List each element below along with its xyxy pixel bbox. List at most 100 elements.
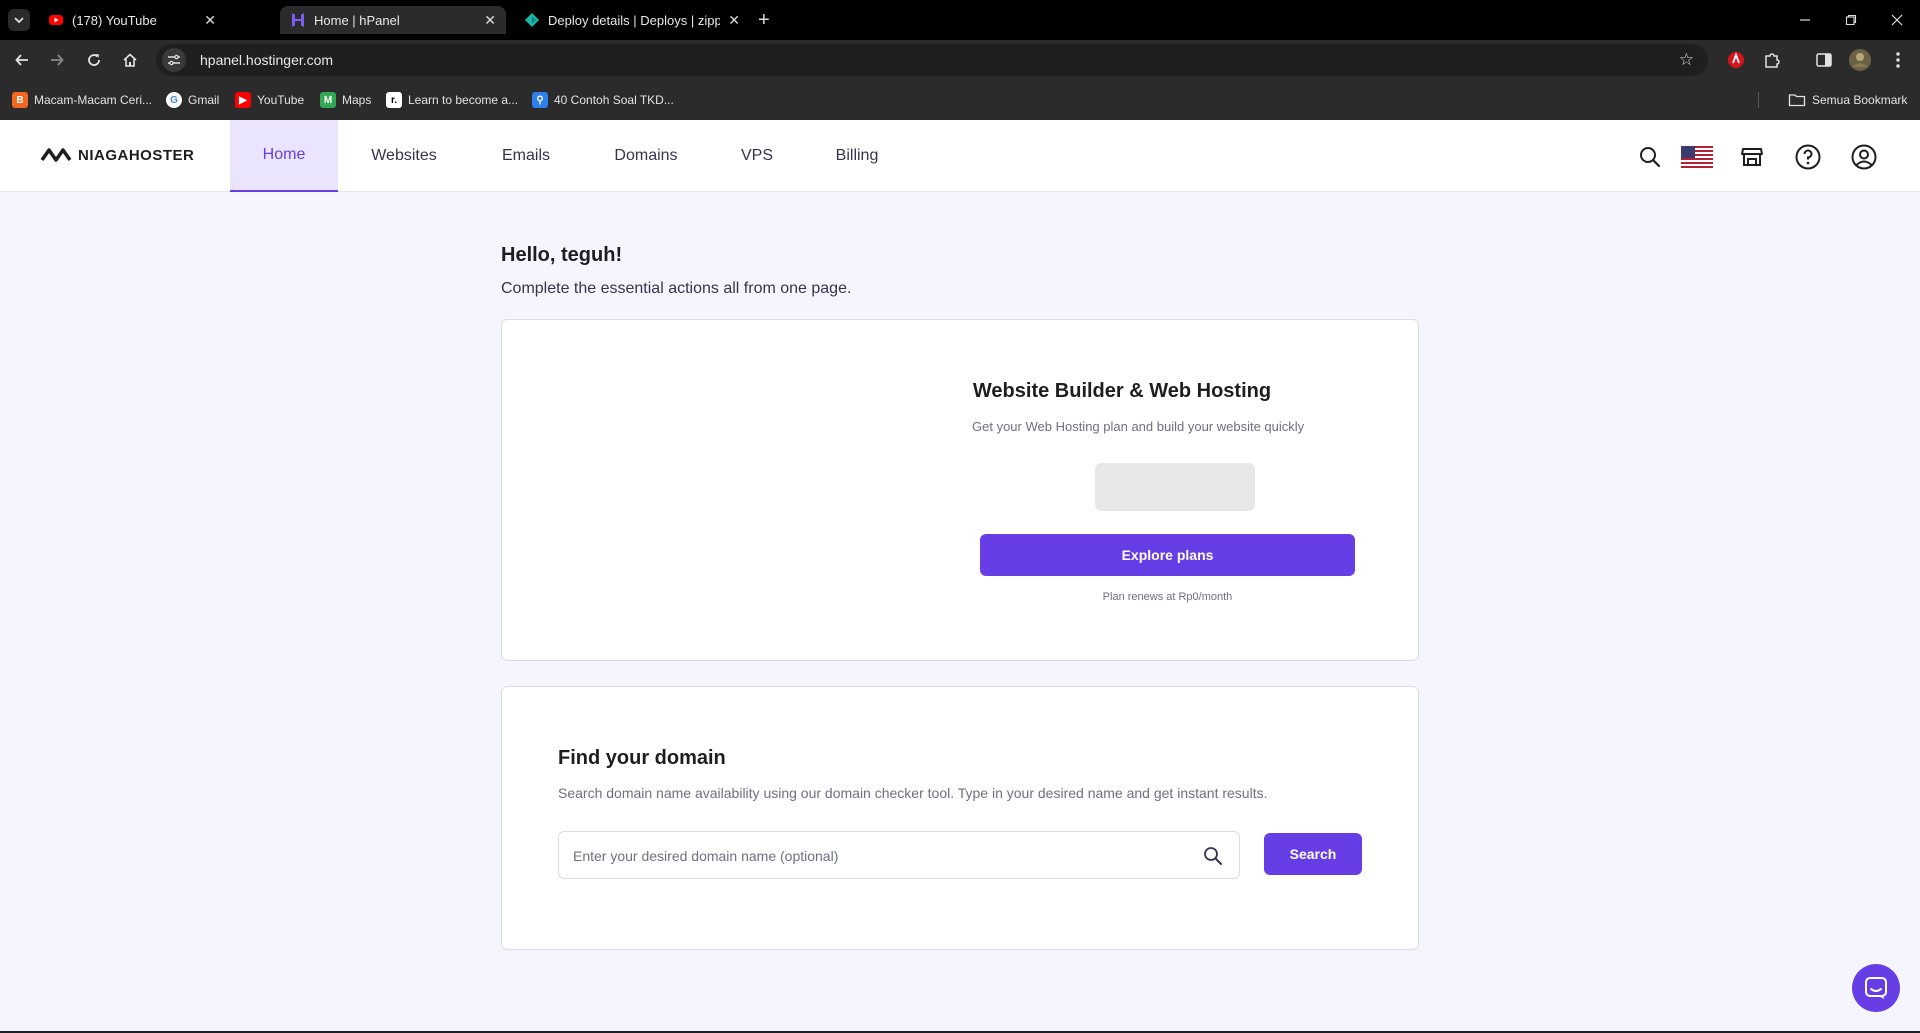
chat-icon xyxy=(1865,977,1887,999)
forward-button[interactable] xyxy=(45,48,69,72)
main-content: Hello, teguh! Complete the essential act… xyxy=(0,192,1920,1033)
logo[interactable]: NIAGAHOSTER xyxy=(40,146,194,164)
domain-search-button[interactable]: Search xyxy=(1264,833,1362,875)
bookmark-item[interactable]: r. Learn to become a... xyxy=(386,90,518,110)
help-icon xyxy=(1795,144,1821,170)
niagahoster-logo-icon xyxy=(40,148,72,162)
domain-search-field[interactable] xyxy=(558,831,1240,879)
hosting-card: Website Builder & Web Hosting Get your W… xyxy=(501,319,1419,661)
profile-avatar[interactable] xyxy=(1848,48,1872,72)
side-panel-icon xyxy=(1816,53,1832,67)
bookmark-item[interactable]: B Macam-Macam Ceri... xyxy=(12,90,152,110)
bookmark-label: Semua Bookmark xyxy=(1812,93,1908,107)
browser-tab-hpanel[interactable]: Home | hPanel ✕ xyxy=(280,6,506,34)
domain-card-title: Find your domain xyxy=(558,747,726,769)
bookmark-label: Gmail xyxy=(188,93,220,107)
youtube-icon: ▶ xyxy=(235,92,251,108)
new-tab-button[interactable]: + xyxy=(758,8,770,32)
chat-widget-button[interactable] xyxy=(1852,964,1900,1012)
bookmarks-divider xyxy=(1758,92,1759,108)
kebab-menu-icon xyxy=(1896,52,1900,68)
back-button[interactable] xyxy=(10,48,34,72)
tab-title: Home | hPanel xyxy=(314,12,400,28)
store-button[interactable] xyxy=(1739,144,1765,170)
bookmark-label: Macam-Macam Ceri... xyxy=(34,93,153,107)
bookmark-label: Learn to become a... xyxy=(408,93,519,107)
page-title: Hello, teguh! xyxy=(501,244,623,266)
bookmark-item[interactable]: G Gmail xyxy=(166,90,219,110)
hostinger-icon xyxy=(292,13,304,27)
site-icon: r. xyxy=(386,92,402,108)
bookmark-label: YouTube xyxy=(257,93,305,107)
address-bar-row: hpanel.hostinger.com ☆ xyxy=(0,40,1920,80)
extensions-menu-button[interactable] xyxy=(1760,48,1784,72)
close-icon[interactable]: ✕ xyxy=(728,12,740,29)
search-button[interactable] xyxy=(1637,144,1663,170)
youtube-icon xyxy=(49,15,63,25)
side-panel-button[interactable] xyxy=(1812,48,1836,72)
home-icon xyxy=(123,53,137,67)
close-icon[interactable]: ✕ xyxy=(204,12,216,29)
folder-icon xyxy=(1788,94,1806,107)
bookmark-item[interactable]: ▶ YouTube xyxy=(235,90,304,110)
nav-emails[interactable]: Emails xyxy=(482,120,570,192)
google-icon: G xyxy=(166,92,182,108)
help-button[interactable] xyxy=(1795,144,1821,170)
nav-billing[interactable]: Billing xyxy=(818,120,896,192)
language-selector[interactable] xyxy=(1680,144,1714,170)
arrow-left-icon xyxy=(15,54,28,66)
nav-label: Domains xyxy=(614,147,678,164)
reload-icon xyxy=(88,54,100,66)
bookmark-label: 40 Contoh Soal TKD... xyxy=(554,93,674,107)
tab-search-button[interactable] xyxy=(8,9,30,31)
restore-button[interactable] xyxy=(1828,0,1874,40)
url-text: hpanel.hostinger.com xyxy=(200,52,334,68)
nav-domains[interactable]: Domains xyxy=(600,120,692,192)
bookmark-star-icon[interactable]: ☆ xyxy=(1679,50,1694,70)
logo-text: NIAGAHOSTER xyxy=(78,146,195,164)
browser-menu-button[interactable] xyxy=(1886,48,1910,72)
app-header: NIAGAHOSTER Home Websites Emails Domains… xyxy=(0,120,1920,192)
minimize-button[interactable] xyxy=(1782,0,1828,40)
search-icon xyxy=(1640,147,1661,168)
domain-search-input[interactable] xyxy=(573,845,1173,867)
nav-home[interactable]: Home xyxy=(230,120,338,192)
nav-vps[interactable]: VPS xyxy=(726,120,788,192)
close-icon xyxy=(1891,14,1903,26)
nav-websites[interactable]: Websites xyxy=(358,120,450,192)
bookmarks-bar: B Macam-Macam Ceri... G Gmail ▶ YouTube … xyxy=(0,80,1920,120)
all-bookmarks-folder[interactable]: Semua Bookmark xyxy=(1788,90,1907,110)
puzzle-icon xyxy=(1765,53,1780,68)
domain-card: Find your domain Search domain name avai… xyxy=(501,686,1419,950)
arrow-right-icon xyxy=(51,54,64,66)
bookmark-item[interactable]: ⚲ 40 Contoh Soal TKD... xyxy=(532,90,674,110)
loading-placeholder xyxy=(1095,463,1255,511)
netlify-icon xyxy=(525,13,539,27)
tab-title: Deploy details | Deploys | zippy xyxy=(548,12,721,28)
pin-icon: ⚲ xyxy=(532,92,548,108)
bookmark-item[interactable]: M Maps xyxy=(320,90,371,110)
nav-label: Billing xyxy=(835,147,879,164)
nav-label: VPS xyxy=(740,147,773,164)
nav-label: Emails xyxy=(501,147,550,164)
chevron-down-icon xyxy=(14,17,24,24)
user-icon xyxy=(1851,144,1877,170)
browser-tab-youtube[interactable]: (178) YouTube ✕ xyxy=(38,6,226,34)
home-button[interactable] xyxy=(118,48,142,72)
store-icon xyxy=(1741,148,1763,166)
browser-tab-netlify[interactable]: Deploy details | Deploys | zippy ✕ xyxy=(514,6,750,34)
nav-label: Websites xyxy=(371,147,437,164)
blogger-icon: B xyxy=(12,92,28,108)
page-subtitle: Complete the essential actions all from … xyxy=(501,280,852,297)
reload-button[interactable] xyxy=(82,48,106,72)
close-window-button[interactable] xyxy=(1874,0,1920,40)
close-icon[interactable]: ✕ xyxy=(484,12,496,29)
us-flag-icon xyxy=(1681,146,1713,168)
site-info-icon[interactable] xyxy=(162,48,186,72)
account-button[interactable] xyxy=(1851,144,1877,170)
explore-plans-button[interactable]: Explore plans xyxy=(980,534,1355,576)
extension-red-icon xyxy=(1728,52,1744,68)
browser-tab-bar: (178) YouTube ✕ Home | hPanel ✕ Deploy d… xyxy=(0,0,1920,40)
extension-button[interactable] xyxy=(1724,48,1748,72)
omnibox[interactable]: hpanel.hostinger.com ☆ xyxy=(156,44,1708,76)
